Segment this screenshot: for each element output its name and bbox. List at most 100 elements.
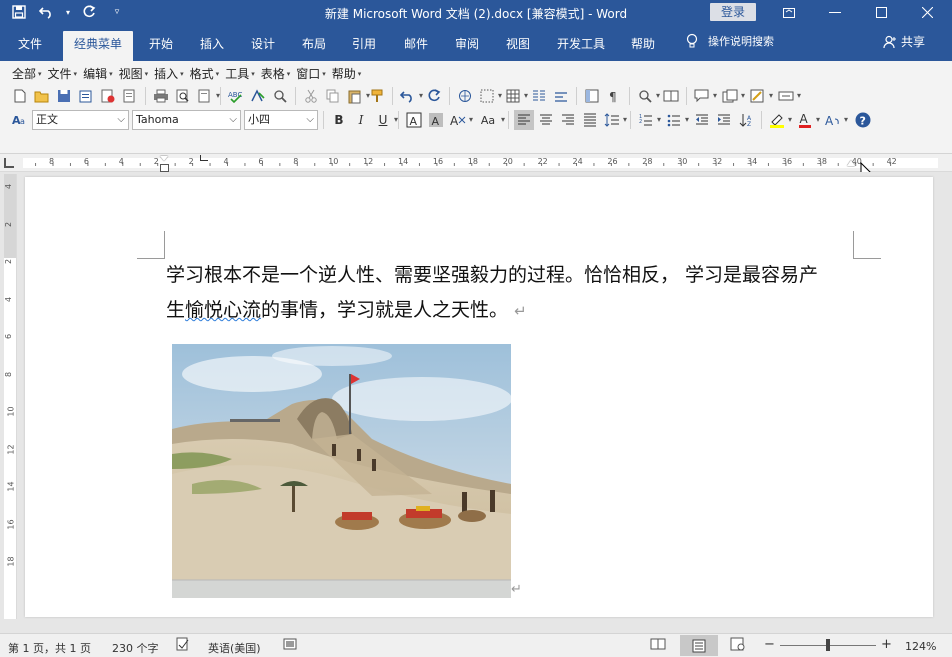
text-style-icon[interactable]: A	[823, 110, 848, 130]
redo-icon[interactable]	[424, 86, 444, 106]
menu-view[interactable]: 视图 ▾	[117, 66, 153, 82]
tell-me-search[interactable]: 操作说明搜索	[686, 33, 774, 49]
page-count[interactable]: 第 1 页，共 1 页	[8, 640, 91, 656]
menu-file[interactable]: 文件 ▾	[46, 66, 82, 82]
insert-table-icon[interactable]	[503, 86, 528, 106]
spelling-icon[interactable]: ABC	[226, 86, 246, 106]
zoom-slider-thumb[interactable]	[826, 639, 830, 651]
text-box-icon[interactable]	[776, 86, 801, 106]
print-dropdown-icon[interactable]	[195, 86, 220, 106]
align-left-icon[interactable]	[514, 110, 534, 130]
thesaurus-icon[interactable]	[248, 86, 268, 106]
zoom-icon[interactable]	[635, 86, 660, 106]
tab-layout[interactable]: 布局	[293, 31, 335, 61]
maximize-icon[interactable]	[858, 0, 904, 25]
reading-mode-icon[interactable]	[661, 86, 681, 106]
underline-button[interactable]: U	[373, 110, 398, 130]
menu-edit[interactable]: 编辑 ▾	[81, 66, 117, 82]
tab-design[interactable]: 设计	[242, 31, 284, 61]
comment-icon[interactable]	[692, 86, 717, 106]
menu-window[interactable]: 窗口 ▾	[294, 66, 330, 82]
font-select[interactable]: Tahoma ⌵	[132, 110, 241, 130]
show-formatting-icon[interactable]: ¶	[604, 86, 624, 106]
login-button[interactable]: 登录	[710, 3, 756, 21]
bold-button[interactable]: B	[329, 110, 349, 130]
document-map-icon[interactable]	[582, 86, 602, 106]
language[interactable]: 英语(美国)	[208, 640, 261, 656]
zoom-out-button[interactable]: −	[764, 637, 775, 652]
sort-icon[interactable]: AZ	[736, 110, 756, 130]
tab-developer[interactable]: 开发工具	[550, 31, 612, 61]
font-color-icon[interactable]: A	[795, 110, 820, 130]
undo-icon[interactable]	[398, 86, 423, 106]
tab-review[interactable]: 审阅	[446, 31, 488, 61]
track-changes-icon[interactable]	[720, 86, 745, 106]
character-border-icon[interactable]: A	[404, 110, 424, 130]
tab-view[interactable]: 视图	[497, 31, 539, 61]
copy-icon[interactable]	[323, 86, 343, 106]
zoom-level[interactable]: 124%	[905, 640, 936, 653]
increase-indent-icon[interactable]	[714, 110, 734, 130]
tab-help[interactable]: 帮助	[622, 31, 664, 61]
right-indent-marker[interactable]	[847, 160, 855, 166]
highlight-changes-icon[interactable]	[748, 86, 773, 106]
change-case-button[interactable]: Aa	[476, 110, 505, 130]
print-icon[interactable]	[151, 86, 171, 106]
justify-icon[interactable]	[580, 110, 600, 130]
styles-pane-icon[interactable]: Aa	[10, 110, 30, 130]
print-preview-icon[interactable]	[173, 86, 193, 106]
ribbon-display-icon[interactable]	[766, 0, 812, 25]
close-document-icon[interactable]	[98, 86, 118, 106]
spelling-error-text[interactable]: 愉悦心流	[185, 299, 261, 321]
tab-stop-marker[interactable]	[200, 155, 208, 161]
new-document-icon[interactable]	[10, 86, 30, 106]
menu-help[interactable]: 帮助 ▾	[330, 66, 366, 82]
align-right-icon[interactable]	[558, 110, 578, 130]
text-effects-icon[interactable]: A	[448, 110, 473, 130]
close-icon[interactable]	[904, 0, 950, 25]
save-icon[interactable]	[54, 86, 74, 106]
research-icon[interactable]	[270, 86, 290, 106]
hanging-indent-marker[interactable]	[160, 164, 169, 172]
help-icon[interactable]: ?	[853, 110, 873, 130]
menu-tools[interactable]: 工具 ▾	[223, 66, 259, 82]
tab-home[interactable]: 开始	[140, 31, 182, 61]
ruler-tab-selector-icon[interactable]	[4, 158, 14, 168]
minimize-icon[interactable]	[812, 0, 858, 25]
share-button[interactable]: 共享	[883, 33, 925, 50]
permission-icon[interactable]	[120, 86, 140, 106]
zoom-in-button[interactable]: +	[881, 637, 892, 652]
align-center-icon[interactable]	[536, 110, 556, 130]
drawing-icon[interactable]	[551, 86, 571, 106]
menu-format[interactable]: 格式 ▾	[188, 66, 224, 82]
decrease-indent-icon[interactable]	[692, 110, 712, 130]
web-layout-icon[interactable]	[730, 637, 746, 654]
italic-button[interactable]: I	[351, 110, 371, 130]
columns-icon[interactable]	[529, 86, 549, 106]
cut-icon[interactable]	[301, 86, 321, 106]
proofing-icon[interactable]	[176, 637, 190, 654]
print-layout-button[interactable]	[680, 635, 718, 656]
style-select[interactable]: 正文 ⌵	[32, 110, 129, 130]
hyperlink-icon[interactable]	[455, 86, 475, 106]
open-folder-icon[interactable]	[32, 86, 52, 106]
macro-record-icon[interactable]	[283, 637, 297, 654]
inline-photo[interactable]	[172, 344, 511, 598]
first-line-indent-marker[interactable]	[160, 156, 168, 161]
line-spacing-icon[interactable]	[602, 110, 627, 130]
paragraph-line-2[interactable]: 生愉悦心流的事情，学习就是人之天性。 ↵	[166, 293, 856, 329]
numbering-icon[interactable]: 12	[636, 110, 661, 130]
read-mode-icon[interactable]	[650, 637, 666, 654]
tab-file[interactable]: 文件	[8, 31, 52, 61]
menu-table[interactable]: 表格 ▾	[259, 66, 295, 82]
bullets-icon[interactable]	[664, 110, 689, 130]
word-count[interactable]: 230 个字	[112, 640, 159, 656]
character-shading-icon[interactable]: A	[426, 110, 446, 130]
tab-mailings[interactable]: 邮件	[395, 31, 437, 61]
tab-references[interactable]: 引用	[343, 31, 385, 61]
borders-icon[interactable]	[477, 86, 502, 106]
tab-classic-menu[interactable]: 经典菜单	[63, 31, 133, 61]
menu-insert[interactable]: 插入 ▾	[152, 66, 188, 82]
format-painter-icon[interactable]	[367, 86, 387, 106]
tab-insert[interactable]: 插入	[191, 31, 233, 61]
